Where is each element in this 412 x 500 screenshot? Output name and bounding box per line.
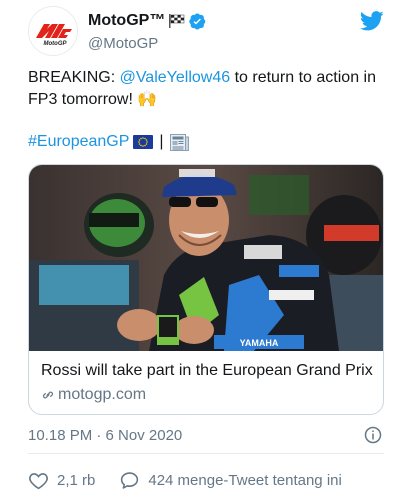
svg-text:YAMAHA: YAMAHA [240, 338, 279, 348]
like-count: 2,1 rb [57, 471, 96, 489]
user-handle[interactable]: @MotoGP [88, 35, 206, 52]
tweet-header: MotoGP MotoGP™ @MotoGP [28, 6, 388, 58]
divider [28, 453, 384, 454]
mention-link[interactable]: @ValeYellow46 [120, 69, 231, 86]
svg-text:MotoGP: MotoGP [44, 41, 68, 47]
tweet-actions: 2,1 rb 424 menge-Tweet tentang ini [28, 468, 342, 492]
eu-flag-icon [133, 135, 154, 149]
comment-bubble-icon [121, 471, 139, 489]
checkered-flag-icon [169, 14, 185, 28]
info-icon[interactable] [364, 426, 382, 444]
card-domain[interactable]: motogp.com [41, 386, 146, 404]
avatar[interactable]: MotoGP [28, 6, 78, 56]
heart-icon [29, 472, 48, 489]
verified-badge-icon [189, 12, 206, 30]
user-info: MotoGP™ @MotoGP [88, 10, 206, 52]
tweet-text: BREAKING: @ValeYellow46 to return to act… [28, 67, 388, 111]
timestamp[interactable]: 10.18 PM · 6 Nov 2020 [28, 427, 182, 444]
like-button[interactable]: 2,1 rb [28, 470, 95, 491]
display-name[interactable]: MotoGP™ [88, 12, 165, 30]
link-icon [43, 391, 53, 399]
hashtag-link[interactable]: #EuropeanGP [28, 133, 129, 151]
card-title[interactable]: Rossi will take part in the European Gra… [41, 362, 373, 380]
separator: | [159, 133, 164, 150]
newspaper-icon [169, 133, 189, 151]
hashtag-line: #EuropeanGP | [28, 131, 189, 153]
card-domain-text: motogp.com [58, 386, 147, 403]
link-card[interactable]: YAMAHA Rossi will take part in the Europ… [28, 164, 384, 415]
rider-photo[interactable]: YAMAHA [29, 165, 384, 351]
retweet-info-text: 424 menge-Tweet tentang ini [148, 471, 342, 489]
twitter-bird-icon[interactable] [360, 10, 384, 32]
motogp-logo-icon: MotoGP [29, 7, 77, 55]
name-row: MotoGP™ [88, 10, 206, 32]
retweet-info-link[interactable]: 424 menge-Tweet tentang ini [119, 470, 342, 491]
tweet-text-prefix: BREAKING: [28, 69, 120, 86]
tweet: MotoGP MotoGP™ @MotoGP BREAKING: @ValeYe… [0, 0, 412, 500]
